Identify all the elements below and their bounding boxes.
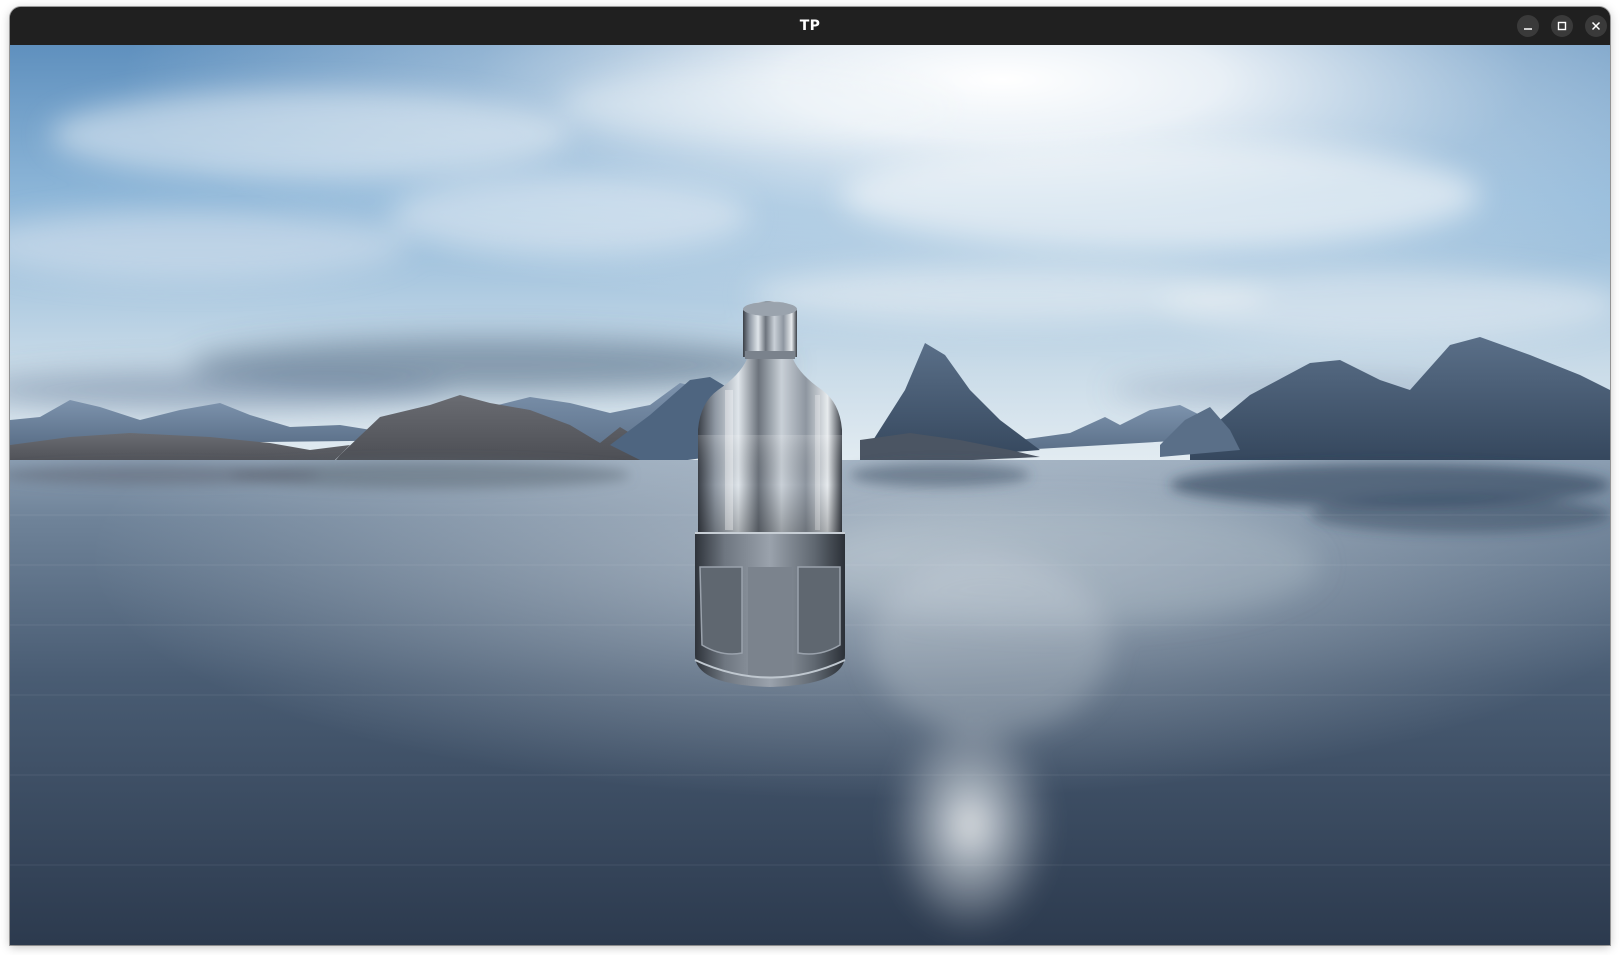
- close-icon: [1591, 21, 1601, 31]
- 3d-scene: [10, 45, 1610, 945]
- app-window: TP: [10, 7, 1610, 945]
- maximize-button[interactable]: [1551, 15, 1573, 37]
- close-button[interactable]: [1585, 15, 1607, 37]
- maximize-icon: [1557, 21, 1567, 31]
- minimize-button[interactable]: [1517, 15, 1539, 37]
- window-title: TP: [799, 18, 821, 34]
- minimize-icon: [1523, 21, 1533, 31]
- render-viewport[interactable]: [10, 45, 1610, 945]
- title-bar[interactable]: TP: [10, 7, 1610, 45]
- bottle-band: [695, 533, 845, 565]
